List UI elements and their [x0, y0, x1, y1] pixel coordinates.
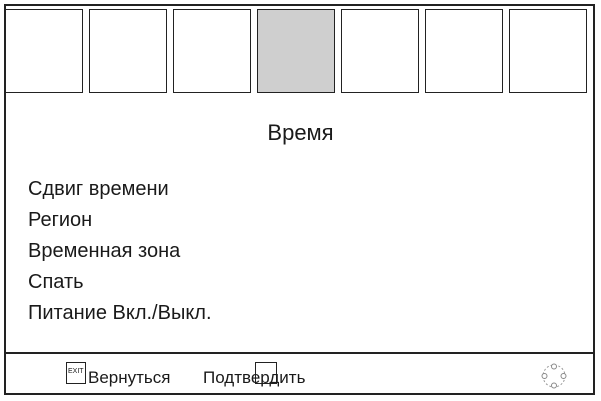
menu-item-power-on-off[interactable]: Питание Вкл./Выкл. — [28, 298, 212, 329]
menu-item-time-zone[interactable]: Временная зона — [28, 236, 212, 267]
confirm-hint: Подтвердить — [203, 368, 306, 387]
menu-list: Сдвиг времени Регион Временная зона Спат… — [28, 174, 212, 329]
tab-3[interactable] — [173, 9, 251, 93]
tab-7[interactable] — [509, 9, 587, 93]
tab-1[interactable] — [5, 9, 83, 93]
tab-bar — [5, 9, 589, 95]
tab-5[interactable] — [341, 9, 419, 93]
tab-6[interactable] — [425, 9, 503, 93]
exit-key-icon[interactable]: EXIT — [66, 362, 86, 384]
menu-item-region[interactable]: Регион — [28, 205, 212, 236]
tab-4-time[interactable] — [257, 9, 335, 93]
dpad-icon — [541, 363, 567, 389]
menu-item-time-offset[interactable]: Сдвиг времени — [28, 174, 212, 205]
tab-2[interactable] — [89, 9, 167, 93]
page-title: Время — [267, 120, 334, 145]
back-hint: Вернуться — [88, 368, 171, 387]
footer-bar: EXIT Вернуться Подтвердить — [0, 354, 601, 395]
menu-item-sleep[interactable]: Спать — [28, 267, 212, 298]
